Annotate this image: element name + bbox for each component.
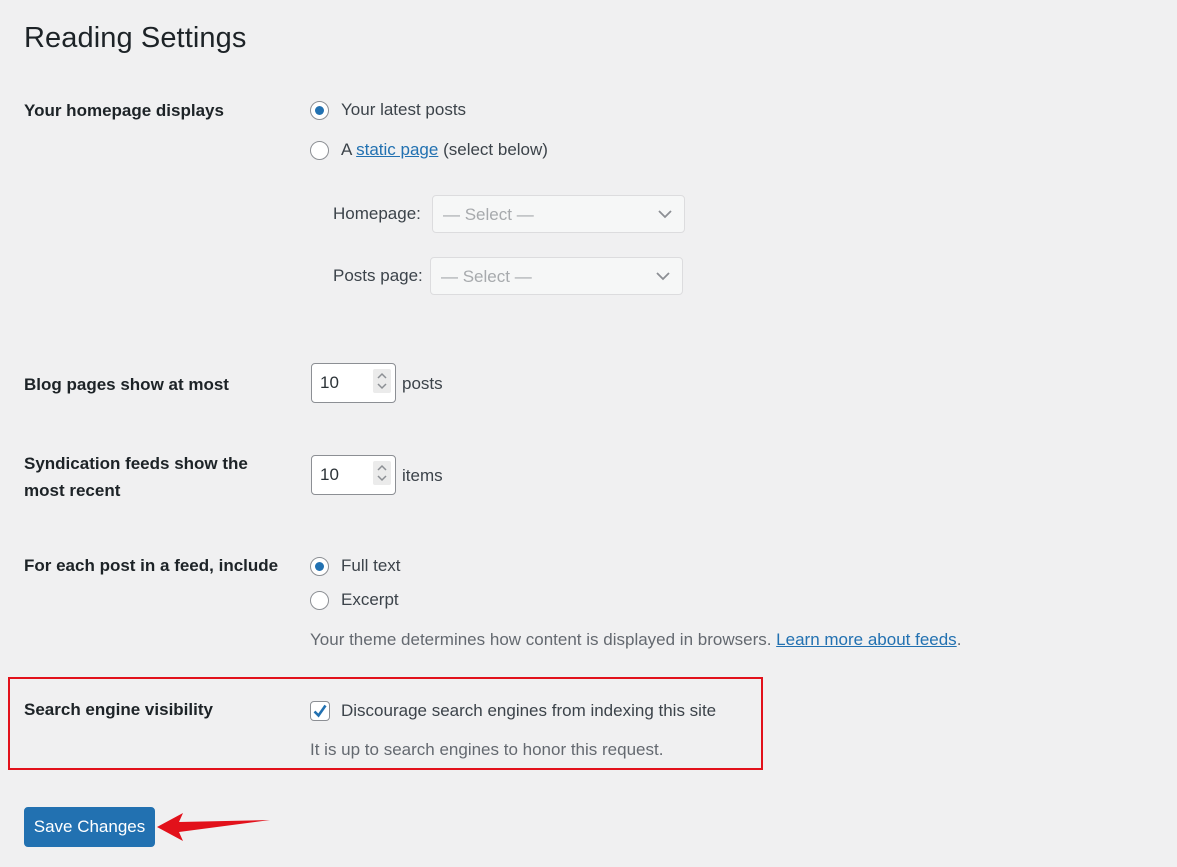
blog-pages-value: 10 xyxy=(320,373,339,392)
radio-full-text[interactable] xyxy=(310,557,329,576)
syndication-label-line2: most recent xyxy=(24,481,121,500)
homepage-displays-label: Your homepage displays xyxy=(24,101,224,120)
syndication-unit: items xyxy=(402,466,443,485)
static-page-suffix: (select below) xyxy=(438,140,548,159)
spinner-buttons[interactable] xyxy=(373,369,391,393)
blog-pages-label: Blog pages show at most xyxy=(24,375,229,394)
checkmark-icon xyxy=(313,704,327,718)
posts-page-select-placeholder: — Select — xyxy=(441,267,532,286)
chevron-down-icon xyxy=(658,210,672,219)
discourage-search-checkbox[interactable] xyxy=(310,701,330,721)
learn-more-feeds-link[interactable]: Learn more about feeds xyxy=(776,630,957,649)
search-visibility-description: It is up to search engines to honor this… xyxy=(310,740,664,759)
homepage-select-label: Homepage: xyxy=(333,204,421,223)
homepage-select-placeholder: — Select — xyxy=(443,205,534,224)
syndication-label-line1: Syndication feeds show the xyxy=(24,454,248,473)
annotation-arrow-icon xyxy=(157,813,270,841)
discourage-search-label[interactable]: Discourage search engines from indexing … xyxy=(341,700,716,722)
blog-pages-input[interactable]: 10 xyxy=(311,363,396,403)
radio-latest-posts-label[interactable]: Your latest posts xyxy=(341,99,466,121)
radio-latest-posts[interactable] xyxy=(310,101,329,120)
feed-description: Your theme determines how content is dis… xyxy=(310,630,961,650)
save-changes-button[interactable]: Save Changes xyxy=(24,807,155,847)
blog-pages-unit: posts xyxy=(402,374,443,393)
static-page-link[interactable]: static page xyxy=(356,140,438,159)
page-title: Reading Settings xyxy=(24,22,247,54)
radio-static-page[interactable] xyxy=(310,141,329,160)
radio-static-page-label[interactable]: A static page (select below) xyxy=(341,139,548,161)
spinner-arrows-icon xyxy=(377,464,387,482)
radio-full-text-label[interactable]: Full text xyxy=(341,555,401,577)
feed-content-label: For each post in a feed, include xyxy=(24,556,279,575)
spinner-arrows-icon xyxy=(377,372,387,390)
syndication-input[interactable]: 10 xyxy=(311,455,396,495)
spinner-buttons[interactable] xyxy=(373,461,391,485)
feed-description-text: Your theme determines how content is dis… xyxy=(310,630,777,649)
radio-excerpt[interactable] xyxy=(310,591,329,610)
static-page-prefix: A xyxy=(341,140,357,159)
radio-excerpt-label[interactable]: Excerpt xyxy=(341,589,399,611)
posts-page-select-label: Posts page: xyxy=(333,266,423,285)
search-visibility-label: Search engine visibility xyxy=(24,700,213,719)
syndication-value: 10 xyxy=(320,465,339,484)
feed-description-period: . xyxy=(956,630,962,649)
posts-page-select[interactable]: — Select — xyxy=(430,257,683,295)
homepage-select[interactable]: — Select — xyxy=(432,195,685,233)
chevron-down-icon xyxy=(656,272,670,281)
syndication-label: Syndication feeds show the most recent xyxy=(24,450,248,504)
